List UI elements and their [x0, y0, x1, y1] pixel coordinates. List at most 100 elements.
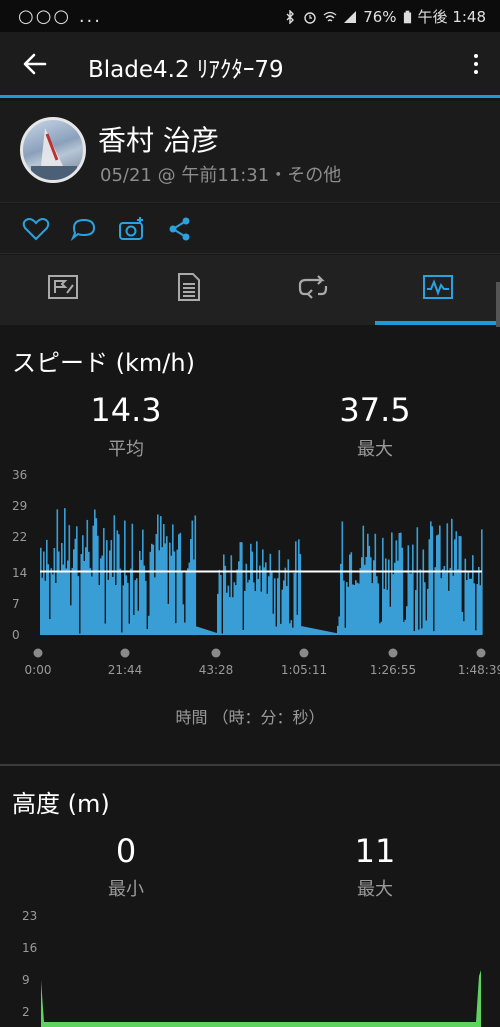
speed-bar	[106, 540, 108, 635]
speed-bar	[463, 621, 465, 635]
alarm-icon	[304, 11, 316, 24]
status-right: 76% 午後 1:48	[283, 6, 486, 27]
elevation-chart[interactable]: 23 16 9 2	[0, 906, 500, 1027]
speed-bar	[449, 567, 452, 635]
speed-bar	[199, 627, 201, 635]
speed-bar	[479, 585, 482, 635]
speed-bar	[451, 518, 453, 635]
speed-bar	[322, 630, 324, 635]
speed-bar	[334, 632, 336, 635]
elevation-max-value: 11	[354, 832, 396, 870]
speed-bar	[256, 541, 258, 635]
speed-bar	[481, 529, 483, 635]
speed-bar	[374, 533, 377, 635]
elevation-min-value: 0	[115, 832, 137, 870]
back-arrow-icon[interactable]	[20, 49, 50, 79]
tab-details[interactable]	[125, 255, 250, 325]
speed-bar	[419, 569, 422, 635]
speed-bar	[125, 575, 128, 635]
speed-bar	[112, 576, 114, 635]
speed-bar	[352, 584, 354, 635]
camera-add-icon[interactable]	[118, 216, 146, 242]
speed-bar	[244, 590, 246, 635]
speed-bar	[229, 597, 231, 635]
speed-bar	[338, 616, 341, 635]
elevation-section: 高度 (m) 0 最小 11 最大 23 16 9 2	[0, 766, 500, 1027]
speed-bar	[280, 623, 282, 635]
speed-bar	[292, 627, 294, 635]
x-tick-dot	[299, 648, 309, 658]
tab-bar	[0, 255, 500, 325]
speed-bar	[122, 585, 125, 635]
speed-bar	[161, 547, 164, 635]
speed-bar	[46, 539, 48, 635]
speed-bar	[434, 567, 437, 635]
speed-bar	[80, 554, 83, 635]
speed-bar	[346, 582, 348, 635]
speed-bar	[347, 586, 350, 635]
speed-bar	[298, 539, 300, 635]
speed-bar	[473, 583, 476, 635]
x-tick-dot	[211, 648, 221, 658]
speed-max-label: 最大	[357, 439, 393, 460]
speed-bar	[146, 629, 149, 635]
speed-bar	[376, 576, 378, 635]
speed-bar	[227, 585, 230, 635]
speed-bar	[149, 551, 152, 635]
speed-bar	[295, 541, 297, 635]
speed-chart[interactable]: 36 29 22 14 7 0 0:00 21:44 43:28 1:05:11 1:26:55 1:…	[0, 467, 500, 687]
x-tick-dot	[388, 648, 398, 658]
tab-laps[interactable]	[250, 255, 375, 325]
speed-bar	[472, 555, 474, 635]
speed-bar	[302, 626, 305, 635]
speed-bar	[283, 580, 285, 635]
document-icon	[178, 273, 200, 301]
speed-bar	[164, 543, 167, 635]
speed-bar	[260, 591, 263, 635]
speed-bar	[442, 569, 444, 635]
speed-bar	[470, 578, 473, 635]
speed-avg-value: 14.3	[90, 391, 162, 429]
speed-bar	[446, 523, 449, 635]
heart-icon[interactable]	[22, 216, 50, 242]
speed-bar	[152, 544, 155, 635]
speed-bar	[197, 627, 200, 635]
speed-bar	[325, 630, 327, 635]
speed-bar	[113, 515, 116, 635]
avatar[interactable]	[20, 117, 86, 183]
speed-bar	[349, 554, 351, 635]
speed-bar	[316, 629, 318, 635]
speed-bar	[242, 629, 245, 635]
speed-bar	[65, 568, 68, 635]
speed-bar	[452, 575, 455, 635]
speed-bar	[209, 630, 212, 635]
speed-bar	[257, 578, 260, 635]
tab-overview[interactable]	[0, 255, 125, 325]
speed-bar	[328, 631, 330, 635]
speed-bar	[223, 554, 225, 635]
speed-bar	[58, 551, 60, 635]
share-icon[interactable]	[166, 216, 194, 242]
speed-bar	[89, 568, 92, 635]
speed-bar	[467, 572, 470, 635]
speed-bar	[355, 580, 357, 635]
speed-bar	[134, 580, 137, 635]
speed-bar	[427, 588, 429, 635]
speed-bar	[313, 628, 315, 635]
speed-bar	[55, 582, 57, 635]
speed-bar	[365, 556, 368, 635]
speed-bar	[239, 542, 242, 635]
loop-icon	[298, 275, 328, 299]
tab-charts[interactable]	[375, 255, 500, 325]
speed-bar	[226, 592, 228, 635]
speed-bar	[395, 540, 398, 635]
speed-bar	[85, 547, 87, 635]
speed-bar	[178, 534, 180, 635]
speed-bar	[362, 525, 365, 635]
speed-bar	[52, 574, 54, 635]
more-options-icon[interactable]	[468, 50, 484, 80]
comment-icon[interactable]	[70, 216, 98, 242]
speed-bar	[77, 576, 80, 635]
speed-bar	[326, 631, 329, 635]
speed-bar	[43, 551, 45, 635]
